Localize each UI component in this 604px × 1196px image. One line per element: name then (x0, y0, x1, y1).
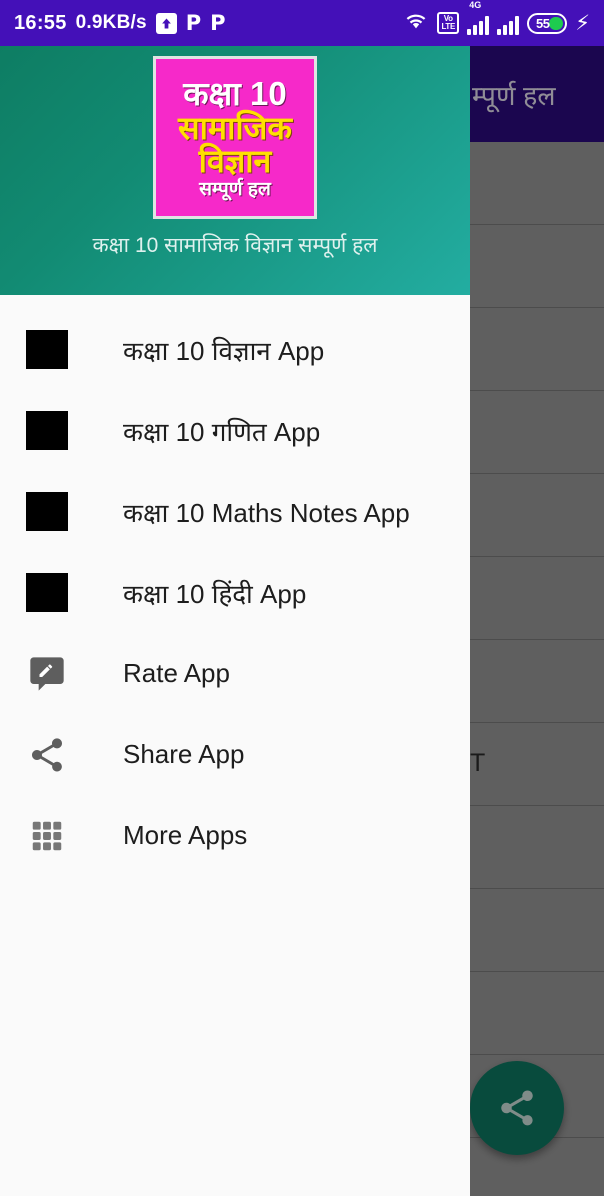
app-square-icon (26, 492, 68, 531)
phone-screen: म्पूर्ण हल T कक्षा 10 सामाजिक विज्ञान सम… (0, 0, 604, 1196)
network-speed: 0.9KB/s (75, 12, 147, 33)
status-bar-right: Vo LTE 4G 55 ⚡ (403, 0, 590, 37)
app-icon-line-3: विज्ञान (198, 142, 272, 179)
drawer-item-label: कक्षा 10 विज्ञान App (123, 335, 325, 366)
drawer-item-label: कक्षा 10 गणित App (123, 416, 321, 447)
rate-review-icon (26, 653, 68, 695)
app-badge-icon: P (210, 10, 226, 35)
drawer-item-hindi-app[interactable]: कक्षा 10 हिंदी App (0, 552, 470, 633)
navigation-drawer: कक्षा 10 सामाजिक विज्ञान सम्पूर्ण हल कक्… (0, 46, 470, 1196)
app-badge-icon: P (185, 10, 202, 35)
battery-icon: 55 (527, 12, 568, 34)
app-icon-line-4: सम्पूर्ण हल (199, 178, 271, 200)
signal-sim1-icon: 4G (467, 0, 490, 35)
upload-arrow-icon (155, 12, 177, 34)
signal-sim2-icon (497, 11, 520, 35)
drawer-header-title: कक्षा 10 सामाजिक विज्ञान सम्पूर्ण हल (92, 234, 378, 257)
app-square-icon (26, 573, 68, 612)
drawer-item-label: Share App (123, 739, 245, 769)
drawer-item-vigyan-app[interactable]: कक्षा 10 विज्ञान App (0, 309, 470, 390)
drawer-item-share-app[interactable]: Share App (0, 714, 470, 795)
app-square-icon (26, 330, 68, 369)
drawer-item-rate-app[interactable]: Rate App (0, 633, 470, 714)
volte-label-bottom: LTE (441, 22, 456, 31)
share-icon (26, 734, 68, 776)
drawer-item-label: कक्षा 10 Maths Notes App (123, 497, 410, 528)
charging-bolt-icon: ⚡ (575, 11, 590, 35)
wifi-icon (403, 10, 429, 37)
status-bar: 16:55 0.9KB/s P P Vo LTE 4G 55 ⚡ (0, 0, 604, 46)
drawer-item-more-apps[interactable]: More Apps (0, 795, 470, 876)
network-type-label: 4G (469, 0, 482, 10)
drawer-item-ganit-app[interactable]: कक्षा 10 गणित App (0, 390, 470, 471)
drawer-menu: कक्षा 10 विज्ञान App कक्षा 10 गणित App क… (0, 295, 470, 876)
app-icon-line-1: कक्षा 10 (183, 74, 287, 112)
drawer-item-label: Rate App (123, 658, 230, 688)
status-bar-left: 16:55 0.9KB/s P P (14, 12, 226, 35)
app-icon: कक्षा 10 सामाजिक विज्ञान सम्पूर्ण हल (153, 56, 317, 219)
app-square-icon (26, 411, 68, 450)
apps-grid-icon (26, 815, 68, 857)
drawer-item-label: कक्षा 10 हिंदी App (123, 578, 307, 609)
drawer-item-maths-notes-app[interactable]: कक्षा 10 Maths Notes App (0, 471, 470, 552)
status-clock: 16:55 (14, 11, 67, 34)
battery-level-label: 55 (536, 15, 550, 31)
volte-icon: Vo LTE (437, 12, 460, 34)
drawer-item-label: More Apps (123, 820, 248, 850)
app-icon-line-2: सामाजिक (178, 109, 292, 146)
drawer-header: कक्षा 10 सामाजिक विज्ञान सम्पूर्ण हल कक्… (0, 46, 470, 295)
